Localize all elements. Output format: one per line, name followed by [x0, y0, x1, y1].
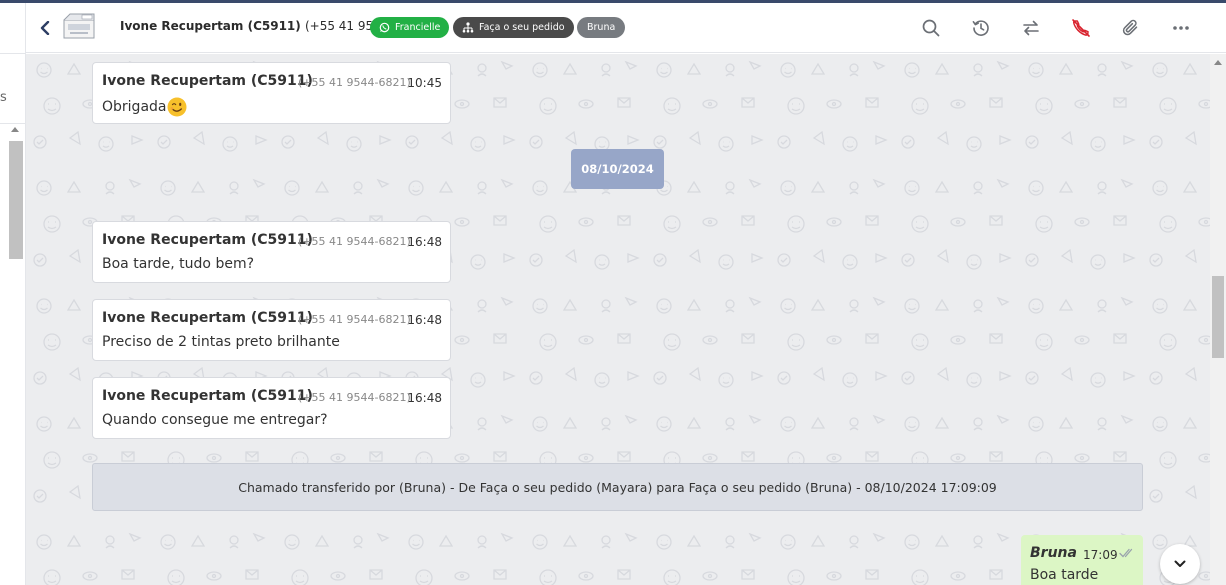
system-message-text: Chamado transferido por (Bruna) - De Faç…	[238, 479, 997, 495]
message-text: Preciso de 2 tintas preto brilhante	[102, 334, 340, 350]
message-sender-phone: (+55 41 9544-6821)	[298, 391, 411, 404]
outgoing-message[interactable]: Bruna 17:09 Boa tarde	[1021, 535, 1143, 585]
incoming-message[interactable]: Ivone Recupertam (C5911) (+55 41 9544-68…	[92, 62, 451, 124]
double-check-icon	[1119, 548, 1133, 558]
department-badge-label: Faça o seu pedido	[479, 22, 565, 33]
chevron-left-icon	[40, 21, 50, 35]
message-sender: Ivone Recupertam (C5911)	[102, 388, 313, 404]
message-time: 17:09	[1083, 548, 1118, 562]
attach-button[interactable]	[1119, 16, 1143, 40]
wink-emoji-icon	[167, 97, 187, 117]
back-button[interactable]	[36, 17, 54, 39]
message-time: 16:48	[407, 235, 442, 249]
message-sender-phone: (+55 41 9544-6821)	[298, 235, 411, 248]
contact-name: Ivone Recupertam (C5911)	[120, 19, 301, 33]
message-sender: Ivone Recupertam (C5911)	[102, 310, 313, 326]
agent-badge[interactable]: Bruna	[577, 17, 626, 38]
chat-scrollbar[interactable]	[1210, 54, 1226, 585]
search-icon	[922, 19, 940, 37]
left-panel-edge: s	[0, 3, 26, 585]
message-text: Boa tarde	[1030, 567, 1099, 583]
chat-header: Ivone Recupertam (C5911) (+55 41 9544-68…	[26, 3, 1226, 53]
incoming-message[interactable]: Ivone Recupertam (C5911) (+55 41 9544-68…	[92, 221, 451, 283]
more-icon	[1173, 26, 1189, 30]
channel-badge-label: Francielle	[395, 22, 441, 33]
contact-avatar[interactable]	[62, 12, 98, 42]
message-text: Obrigada	[102, 99, 167, 115]
divider	[0, 123, 26, 124]
more-options-button[interactable]	[1169, 16, 1193, 40]
message-text: Quando consegue me entregar?	[102, 412, 328, 428]
channel-badge[interactable]: Francielle	[370, 17, 450, 38]
message-sender: Ivone Recupertam (C5911)	[102, 73, 313, 89]
message-text-row: Obrigada	[102, 97, 187, 117]
search-button[interactable]	[919, 16, 943, 40]
left-scrollbar-thumb[interactable]	[9, 141, 23, 259]
left-scroll-up-arrow[interactable]	[11, 127, 19, 132]
incoming-message[interactable]: Ivone Recupertam (C5911) (+55 41 9544-68…	[92, 377, 451, 439]
message-time: 16:48	[407, 313, 442, 327]
message-sender: Bruna	[1030, 545, 1077, 561]
date-separator: 08/10/2024	[571, 149, 664, 189]
chevron-down-icon	[1174, 560, 1186, 567]
scroll-to-bottom-button[interactable]	[1160, 544, 1200, 584]
history-button[interactable]	[969, 16, 993, 40]
message-sender: Ivone Recupertam (C5911)	[102, 232, 313, 248]
org-chart-icon	[462, 22, 474, 33]
chat-scrollbar-thumb[interactable]	[1212, 276, 1224, 358]
incoming-message[interactable]: Ivone Recupertam (C5911) (+55 41 9544-68…	[92, 299, 451, 361]
transfer-system-message: Chamado transferido por (Bruna) - De Faç…	[92, 463, 1143, 511]
left-panel-stub-text: s	[0, 90, 7, 105]
department-badge[interactable]: Faça o seu pedido	[453, 17, 574, 38]
transfer-button[interactable]	[1019, 16, 1043, 40]
agent-badge-label: Bruna	[587, 22, 616, 33]
paperclip-icon	[1122, 19, 1138, 36]
chat-area[interactable]: Ivone Recupertam (C5911) (+55 41 9544-68…	[26, 54, 1210, 585]
end-call-button[interactable]	[1069, 16, 1093, 40]
history-icon	[972, 20, 989, 36]
end-call-icon	[1072, 19, 1090, 37]
divider	[0, 53, 26, 54]
message-text: Boa tarde, tudo bem?	[102, 256, 255, 272]
transfer-icon	[1023, 20, 1039, 36]
store-logo-icon	[63, 13, 95, 39]
message-sender-phone: (+55 41 9544-6821)	[298, 76, 411, 89]
scroll-up-arrow[interactable]	[1214, 60, 1222, 65]
message-sender-phone: (+55 41 9544-6821)	[298, 313, 411, 326]
whatsapp-icon	[379, 22, 390, 33]
message-time: 16:48	[407, 391, 442, 405]
message-time: 10:45	[407, 76, 442, 90]
